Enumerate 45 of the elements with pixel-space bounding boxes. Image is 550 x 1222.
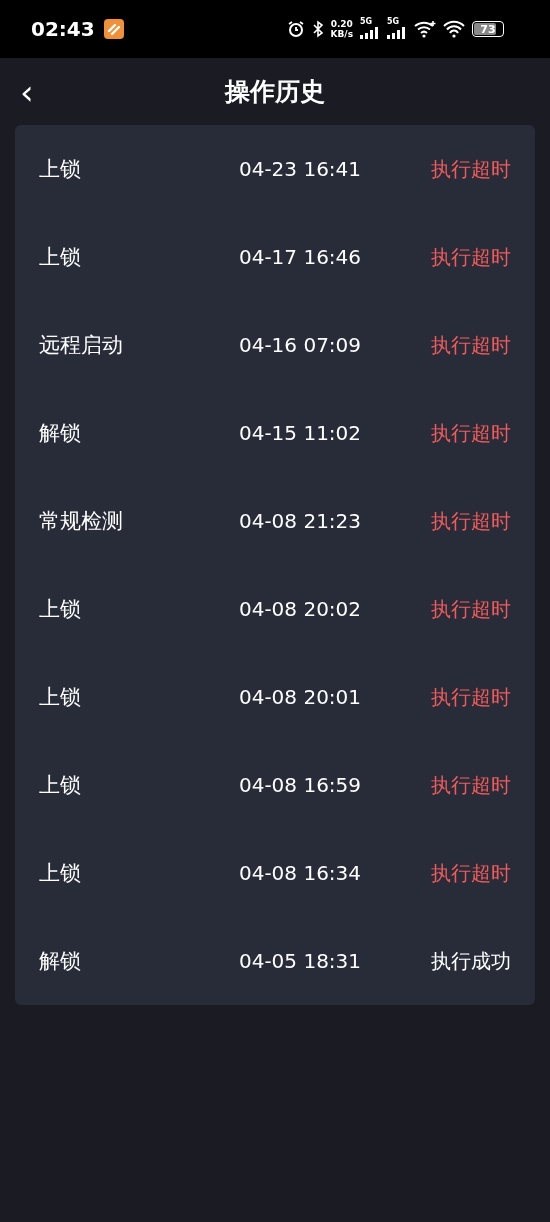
network-type: 5G [360,17,373,26]
operation-name: 解锁 [39,420,82,447]
operation-result: 执行超时 [431,683,511,711]
operation-time: 04-08 20:01 [237,685,363,709]
operation-result: 执行超时 [431,859,511,887]
operation-result: 执行超时 [431,243,511,271]
network-speed: 0.20 [330,19,353,29]
app-notification-icon [103,19,124,39]
operation-result: 执行超时 [431,595,511,623]
operation-time: 04-08 21:23 [237,509,363,533]
operation-result: 执行超时 [431,419,511,447]
operation-name: 上锁 [39,860,82,887]
operation-name: 常规检测 [39,508,124,535]
operation-time: 04-08 16:59 [237,773,363,797]
operation-time: 04-08 16:34 [237,861,363,885]
operation-result: 执行超时 [431,331,511,359]
operation-time: 04-17 16:46 [237,245,363,269]
battery-percentage: 73 [479,22,497,36]
wifi-icon [443,20,465,38]
operation-name: 上锁 [39,772,82,799]
operation-result: 执行超时 [431,507,511,535]
operation-name: 上锁 [39,684,82,711]
operation-name: 解锁 [39,948,82,975]
page-title: 操作历史 [225,76,325,108]
wifi-icon [414,20,436,38]
operation-result: 执行超时 [431,771,511,799]
status-time: 02:43 [31,17,95,41]
operation-time: 04-16 07:09 [237,333,363,357]
back-button[interactable]: ‹ [14,74,40,109]
operation-result: 执行成功 [431,947,511,975]
operation-name: 上锁 [39,244,82,271]
bluetooth-icon [311,20,324,38]
operation-time: 04-23 16:41 [237,157,363,181]
operation-time: 04-15 11:02 [237,421,363,445]
network-type: 5G [387,17,400,26]
operation-time: 04-05 18:31 [237,949,363,973]
signal-icon [360,27,380,39]
operation-name: 上锁 [39,156,82,183]
network-speed-unit: KB/s [330,29,353,39]
alarm-icon [286,20,305,38]
operation-result: 执行超时 [431,155,511,183]
operation-name: 上锁 [39,596,82,623]
operation-name: 远程启动 [39,332,124,359]
operation-time: 04-08 20:02 [237,597,363,621]
signal-icon [387,27,407,39]
